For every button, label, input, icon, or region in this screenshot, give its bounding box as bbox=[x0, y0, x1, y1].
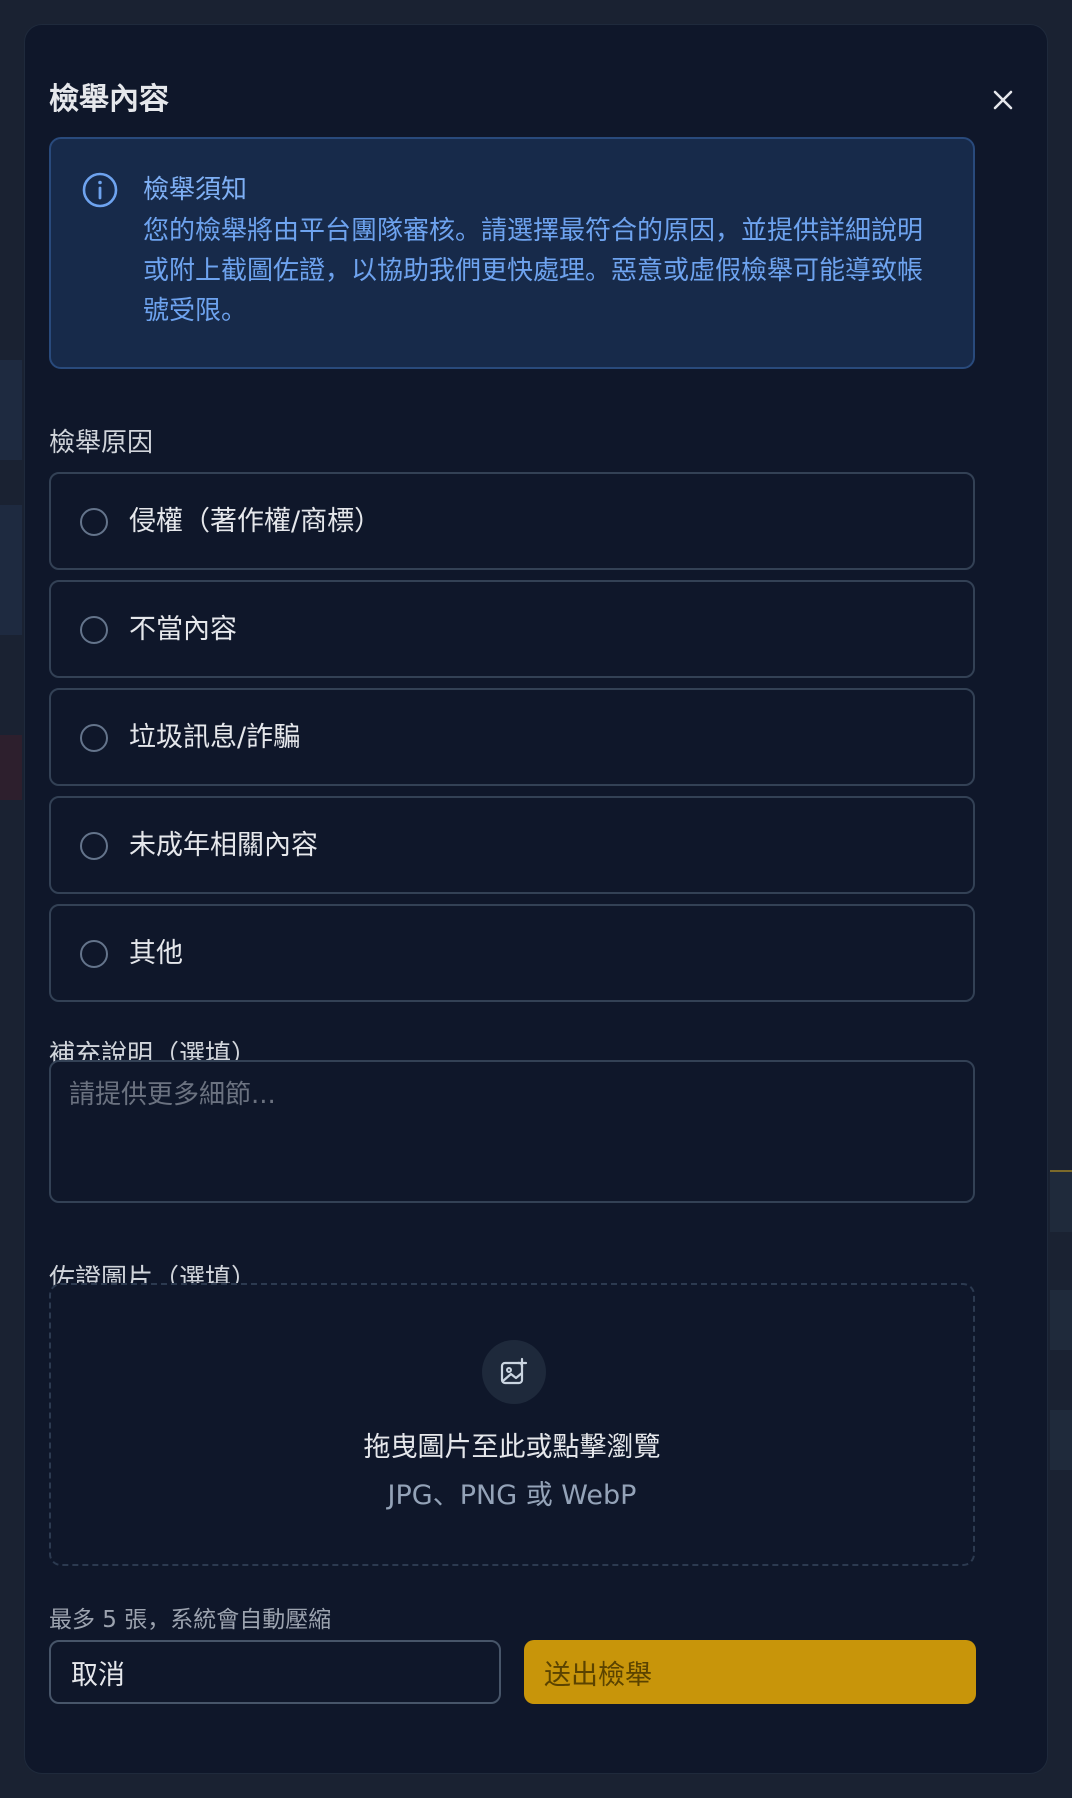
image-plus-icon bbox=[500, 1357, 528, 1385]
reason-option-label: 垃圾訊息/詐騙 bbox=[129, 722, 301, 753]
upload-hint: 最多 5 張，系統會自動壓縮 bbox=[49, 1607, 332, 1633]
dropzone-title: 拖曳圖片至此或點擊瀏覽 bbox=[363, 1432, 661, 1463]
dropzone-formats: JPG、PNG 或 WebP bbox=[387, 1480, 637, 1511]
background-panel bbox=[1050, 1170, 1072, 1232]
radio-button[interactable] bbox=[80, 508, 108, 536]
image-dropzone[interactable]: 拖曳圖片至此或點擊瀏覽 JPG、PNG 或 WebP bbox=[49, 1283, 975, 1566]
upload-icon-wrapper bbox=[482, 1340, 546, 1404]
reason-option-inappropriate[interactable]: 不當內容 bbox=[49, 580, 975, 678]
close-button[interactable] bbox=[987, 84, 1019, 116]
reason-option-spam[interactable]: 垃圾訊息/詐騙 bbox=[49, 688, 975, 786]
modal-title: 檢舉內容 bbox=[49, 82, 169, 117]
radio-button[interactable] bbox=[80, 616, 108, 644]
reason-option-infringement[interactable]: 侵權（著作權/商標） bbox=[49, 472, 975, 570]
notice-body: 您的檢舉將由平台團隊審核。請選擇最符合的原因，並提供詳細說明或附上截圖佐證，以協… bbox=[143, 216, 924, 326]
background-panel bbox=[1050, 1410, 1072, 1470]
reason-option-other[interactable]: 其他 bbox=[49, 904, 975, 1002]
reason-option-label: 不當內容 bbox=[129, 614, 237, 645]
submit-report-button[interactable]: 送出檢舉 bbox=[524, 1640, 976, 1704]
reason-option-minor[interactable]: 未成年相關內容 bbox=[49, 796, 975, 894]
radio-button[interactable] bbox=[80, 940, 108, 968]
details-textarea[interactable] bbox=[49, 1060, 975, 1203]
report-notice: 檢舉須知 您的檢舉將由平台團隊審核。請選擇最符合的原因，並提供詳細說明或附上截圖… bbox=[49, 137, 975, 369]
background-panel bbox=[0, 735, 22, 800]
cancel-button[interactable]: 取消 bbox=[49, 1640, 501, 1704]
background-panel bbox=[0, 360, 22, 460]
background-panel bbox=[1050, 1290, 1072, 1350]
reason-label: 檢舉原因 bbox=[49, 428, 154, 458]
radio-button[interactable] bbox=[80, 832, 108, 860]
reason-option-label: 未成年相關內容 bbox=[129, 830, 318, 861]
notice-title: 檢舉須知 bbox=[143, 175, 248, 205]
reason-option-label: 侵權（著作權/商標） bbox=[129, 506, 382, 537]
background-panel bbox=[0, 505, 22, 635]
radio-button[interactable] bbox=[80, 724, 108, 752]
reason-option-label: 其他 bbox=[129, 938, 183, 969]
modal-header: 檢舉內容 bbox=[49, 78, 1023, 122]
close-icon bbox=[993, 90, 1013, 110]
info-icon bbox=[82, 172, 118, 208]
